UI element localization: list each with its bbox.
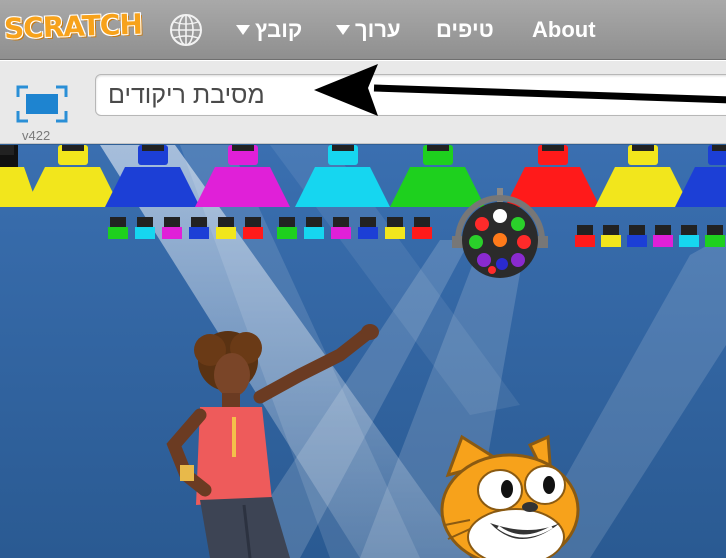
globe-icon[interactable] xyxy=(168,12,204,48)
chevron-down-icon xyxy=(236,25,250,35)
menu-edit[interactable]: ערוך xyxy=(336,14,401,46)
version-label: v422 xyxy=(22,128,51,143)
stage-scene xyxy=(0,145,726,558)
fullscreen-icon[interactable] xyxy=(14,83,70,125)
menu-file-label: קובץ xyxy=(255,17,303,42)
menu-bar: SCRATCH קובץ ערוך טיפים About xyxy=(0,0,726,60)
menu-tips-label: טיפים xyxy=(436,17,494,42)
menu-about-label: About xyxy=(532,17,596,42)
project-title-input[interactable] xyxy=(95,74,726,116)
chevron-down-icon xyxy=(336,25,350,35)
menu-about[interactable]: About xyxy=(532,14,596,46)
stage[interactable] xyxy=(0,145,726,558)
scratch-logo[interactable]: SCRATCH xyxy=(3,8,142,46)
menu-file[interactable]: קובץ xyxy=(236,14,302,46)
menu-tips[interactable]: טיפים xyxy=(436,14,494,46)
project-title-strip: v422 xyxy=(0,60,726,144)
menu-edit-label: ערוך xyxy=(355,17,401,42)
